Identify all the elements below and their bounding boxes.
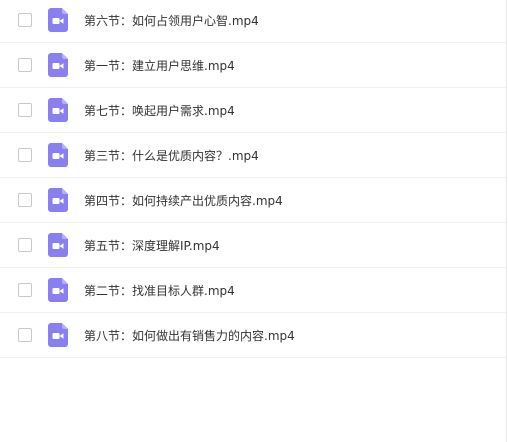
select-checkbox[interactable] — [18, 13, 32, 27]
file-row[interactable]: 第四节：如何持续产出优质内容.mp4 — [0, 178, 506, 223]
select-checkbox[interactable] — [18, 103, 32, 117]
file-name[interactable]: 第三节：什么是优质内容？.mp4 — [84, 147, 259, 164]
file-row[interactable]: 第二节：找准目标人群.mp4 — [0, 268, 506, 313]
select-checkbox[interactable] — [18, 58, 32, 72]
video-file-icon — [48, 278, 68, 302]
file-name[interactable]: 第一节：建立用户思维.mp4 — [84, 57, 235, 74]
file-name[interactable]: 第二节：找准目标人群.mp4 — [84, 282, 235, 299]
video-file-icon — [48, 233, 68, 257]
video-file-icon — [48, 98, 68, 122]
video-file-icon — [48, 53, 68, 77]
select-checkbox[interactable] — [18, 193, 32, 207]
select-checkbox[interactable] — [18, 238, 32, 252]
file-row[interactable]: 第七节：唤起用户需求.mp4 — [0, 88, 506, 133]
file-row[interactable]: 第八节：如何做出有销售力的内容.mp4 — [0, 313, 506, 358]
file-row[interactable]: 第一节：建立用户思维.mp4 — [0, 43, 506, 88]
file-row[interactable]: 第三节：什么是优质内容？.mp4 — [0, 133, 506, 178]
select-checkbox[interactable] — [18, 328, 32, 342]
file-list: 第六节：如何占领用户心智.mp4 第一节：建立用户思维.mp4 第七节：唤起用户… — [0, 0, 507, 442]
video-file-icon — [48, 143, 68, 167]
file-name[interactable]: 第六节：如何占领用户心智.mp4 — [84, 12, 259, 29]
video-file-icon — [48, 188, 68, 212]
file-name[interactable]: 第七节：唤起用户需求.mp4 — [84, 102, 235, 119]
file-name[interactable]: 第四节：如何持续产出优质内容.mp4 — [84, 192, 283, 209]
select-checkbox[interactable] — [18, 283, 32, 297]
file-row[interactable]: 第五节：深度理解IP.mp4 — [0, 223, 506, 268]
file-name[interactable]: 第五节：深度理解IP.mp4 — [84, 237, 220, 254]
select-checkbox[interactable] — [18, 148, 32, 162]
file-name[interactable]: 第八节：如何做出有销售力的内容.mp4 — [84, 327, 295, 344]
file-row[interactable]: 第六节：如何占领用户心智.mp4 — [0, 0, 506, 43]
video-file-icon — [48, 323, 68, 347]
video-file-icon — [48, 8, 68, 32]
